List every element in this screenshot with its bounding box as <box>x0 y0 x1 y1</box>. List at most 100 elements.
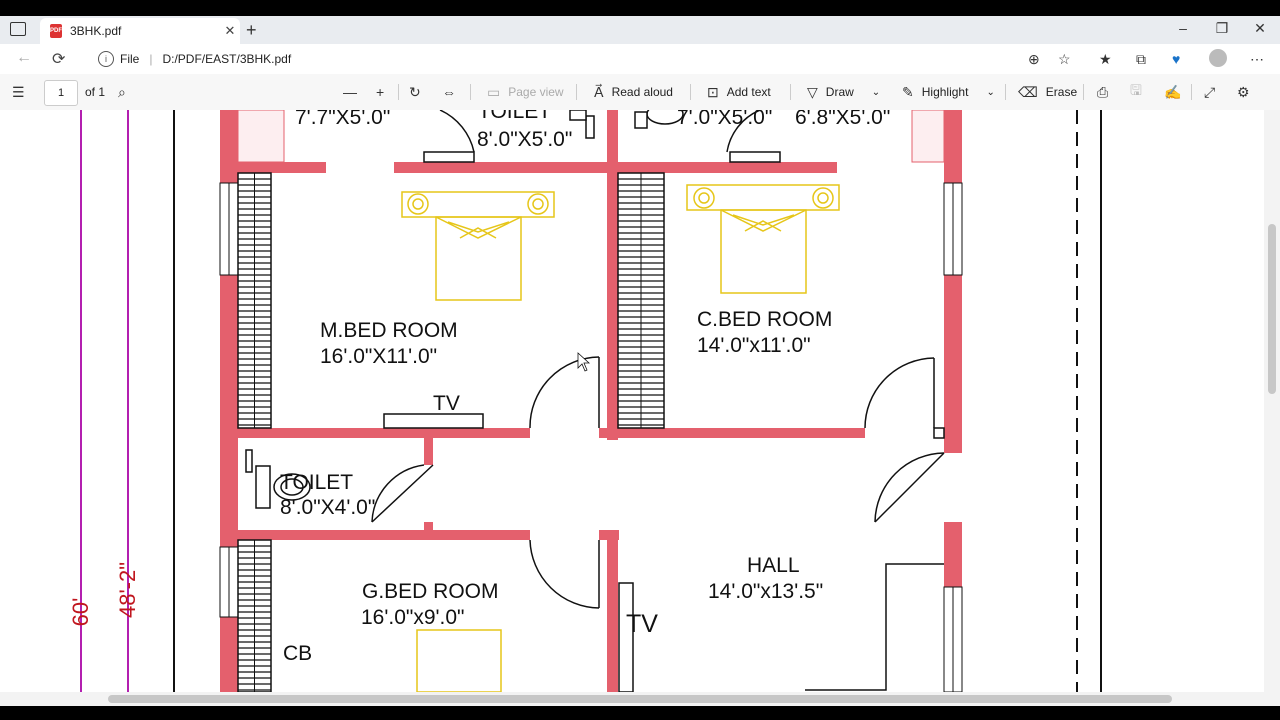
mouse-cursor <box>577 352 591 372</box>
divider <box>1083 84 1084 100</box>
search-button[interactable]: ⌕ <box>118 74 134 110</box>
browser-essentials-icon[interactable]: ♥ <box>1172 51 1180 67</box>
hall-entry <box>805 563 944 691</box>
chevron-down-icon[interactable]: ⌄ <box>872 87 880 98</box>
print-icon: ⎙ <box>1097 83 1109 100</box>
horizontal-scrollbar[interactable] <box>0 692 1280 706</box>
info-icon[interactable]: i <box>98 51 114 67</box>
divider <box>1191 84 1192 100</box>
tab-actions-icon[interactable] <box>10 22 26 36</box>
zoom-in-button[interactable]: + <box>376 74 392 110</box>
highlight-icon: ✎ <box>902 83 914 100</box>
tab-3bhk[interactable]: PDF 3BHK.pdf ✕ <box>40 18 240 44</box>
plus-icon: + <box>376 84 385 100</box>
eraser-icon: ⌫ <box>1018 83 1038 100</box>
save-icon: 🖫 <box>1130 82 1142 98</box>
back-icon[interactable]: ← <box>16 49 32 67</box>
room-labels: 7'.7"X5'.0" TOILET 8'.0"X5'.0" 7'.0"X5'.… <box>280 110 890 665</box>
add-text-button[interactable]: ⊡ Add text <box>707 74 771 110</box>
vertical-scrollbar[interactable] <box>1264 110 1280 692</box>
url-path: D:/PDF/EAST/3BHK.pdf <box>162 52 292 66</box>
settings-button[interactable]: ⚙ <box>1237 74 1258 110</box>
window-top-edge <box>0 0 1280 16</box>
url-scheme: File <box>120 52 140 66</box>
master-bed-size: 16'.0"X11'.0" <box>320 345 437 368</box>
divider <box>470 84 471 100</box>
zoom-icon[interactable]: ⊕ <box>1028 51 1040 68</box>
pdf-file-icon: PDF <box>50 24 62 38</box>
tab-strip: PDF 3BHK.pdf ✕ + – ❐ ✕ <box>0 16 1280 44</box>
divider <box>1005 84 1006 100</box>
maximize-icon[interactable]: ❐ <box>1207 20 1237 37</box>
add-text-icon: ⊡ <box>707 83 719 100</box>
pdf-viewer[interactable]: 60' 48'-2" 7'.7"X5'.0" TOILET 8'.0"X5'.0… <box>0 110 1280 692</box>
save-button[interactable]: 🖫 <box>1130 74 1150 110</box>
erase-button[interactable]: ⌫ Erase <box>1018 74 1077 110</box>
dimension-48-text: 48'-2" <box>115 562 140 618</box>
toilet2-size: 8'.0"X4'.0" <box>280 496 375 519</box>
new-tab-icon[interactable]: + <box>246 20 257 41</box>
contents-button[interactable]: ☰ <box>12 74 33 110</box>
toilet2-label: TOILET <box>280 471 353 494</box>
top-left-size: 7'.7"X5'.0" <box>295 110 390 129</box>
collections-icon[interactable]: ⧉ <box>1136 51 1146 68</box>
tab-close-icon[interactable]: ✕ <box>220 23 240 39</box>
save-as-icon: ✍ <box>1164 83 1182 100</box>
address-bar[interactable]: i File | D:/PDF/EAST/3BHK.pdf <box>84 47 1044 71</box>
print-button[interactable]: ⎙ <box>1097 74 1116 110</box>
refresh-icon[interactable]: ⟳ <box>52 49 65 69</box>
address-bar-row: ← ⟳ i File | D:/PDF/EAST/3BHK.pdf ⊕ ☆ ★ … <box>0 44 1280 74</box>
window-close-icon[interactable]: ✕ <box>1245 20 1275 37</box>
page-total-text: of 1 <box>85 85 106 99</box>
minimize-icon[interactable]: – <box>1168 20 1198 36</box>
fullscreen-button[interactable]: ⤢ <box>1204 74 1223 110</box>
walls <box>220 110 962 692</box>
add-text-label: Add text <box>726 85 771 99</box>
page-view-label: Page view <box>508 85 564 99</box>
page-view-button[interactable]: ▭ Page view <box>487 74 564 110</box>
zoom-out-button[interactable]: — <box>343 74 365 110</box>
rotate-button[interactable]: ↻ <box>409 74 429 110</box>
child-bed-size: 14'.0"x11'.0" <box>697 334 811 357</box>
cb-label: CB <box>283 642 312 665</box>
fit-button[interactable]: ⇔ <box>442 74 464 110</box>
profile-avatar[interactable] <box>1209 49 1227 67</box>
floor-plan: 60' 48'-2" 7'.7"X5'.0" TOILET 8'.0"X5'.0… <box>68 110 1102 692</box>
read-aloud-button[interactable]: A⃗ Read aloud <box>594 74 673 110</box>
tab-title: 3BHK.pdf <box>70 24 122 38</box>
list-icon: ☰ <box>12 83 25 100</box>
page-total: of 1 <box>85 74 105 110</box>
divider <box>790 84 791 100</box>
add-favorite-icon[interactable]: ☆ <box>1058 51 1071 68</box>
tv-label-master: TV <box>433 392 460 415</box>
fit-page-icon: ⇔ <box>442 84 456 100</box>
page-view-icon: ▭ <box>487 83 501 100</box>
divider <box>398 84 399 100</box>
top-toilet-size: 8'.0"X5'.0" <box>477 128 572 151</box>
vertical-scroll-thumb[interactable] <box>1268 224 1276 394</box>
read-aloud-label: Read aloud <box>611 85 673 99</box>
rotate-icon: ↻ <box>409 83 421 100</box>
hall-label: HALL <box>747 554 800 577</box>
top-toilet-label: TOILET <box>478 110 551 123</box>
gear-icon: ⚙ <box>1237 83 1250 100</box>
child-bed-label: C.BED ROOM <box>697 308 832 331</box>
search-icon: ⌕ <box>118 83 126 100</box>
highlight-button[interactable]: ✎ Highlight ⌄ <box>902 74 995 110</box>
read-aloud-icon: A⃗ <box>594 83 604 100</box>
hall-size: 14'.0"x13'.5" <box>708 580 823 603</box>
horizontal-scroll-thumb[interactable] <box>108 695 1172 703</box>
guest-bed-size: 16'.0"x9'.0" <box>361 606 465 629</box>
highlight-label: Highlight <box>921 85 969 99</box>
draw-button[interactable]: ▽ Draw ⌄ <box>807 74 880 110</box>
tv-label-hall: TV <box>626 610 658 638</box>
top-right-size: 6'.8"X5'.0" <box>795 110 890 129</box>
save-as-button[interactable]: ✍ <box>1164 74 1189 110</box>
expand-icon: ⤢ <box>1204 83 1216 100</box>
more-menu-icon[interactable]: ⋯ <box>1250 51 1264 68</box>
draw-label: Draw <box>825 85 854 99</box>
page-number-input[interactable]: 1 <box>44 80 78 106</box>
chevron-down-icon[interactable]: ⌄ <box>986 87 994 98</box>
guest-bed-label: G.BED ROOM <box>362 580 499 603</box>
favorites-icon[interactable]: ★ <box>1099 51 1112 68</box>
